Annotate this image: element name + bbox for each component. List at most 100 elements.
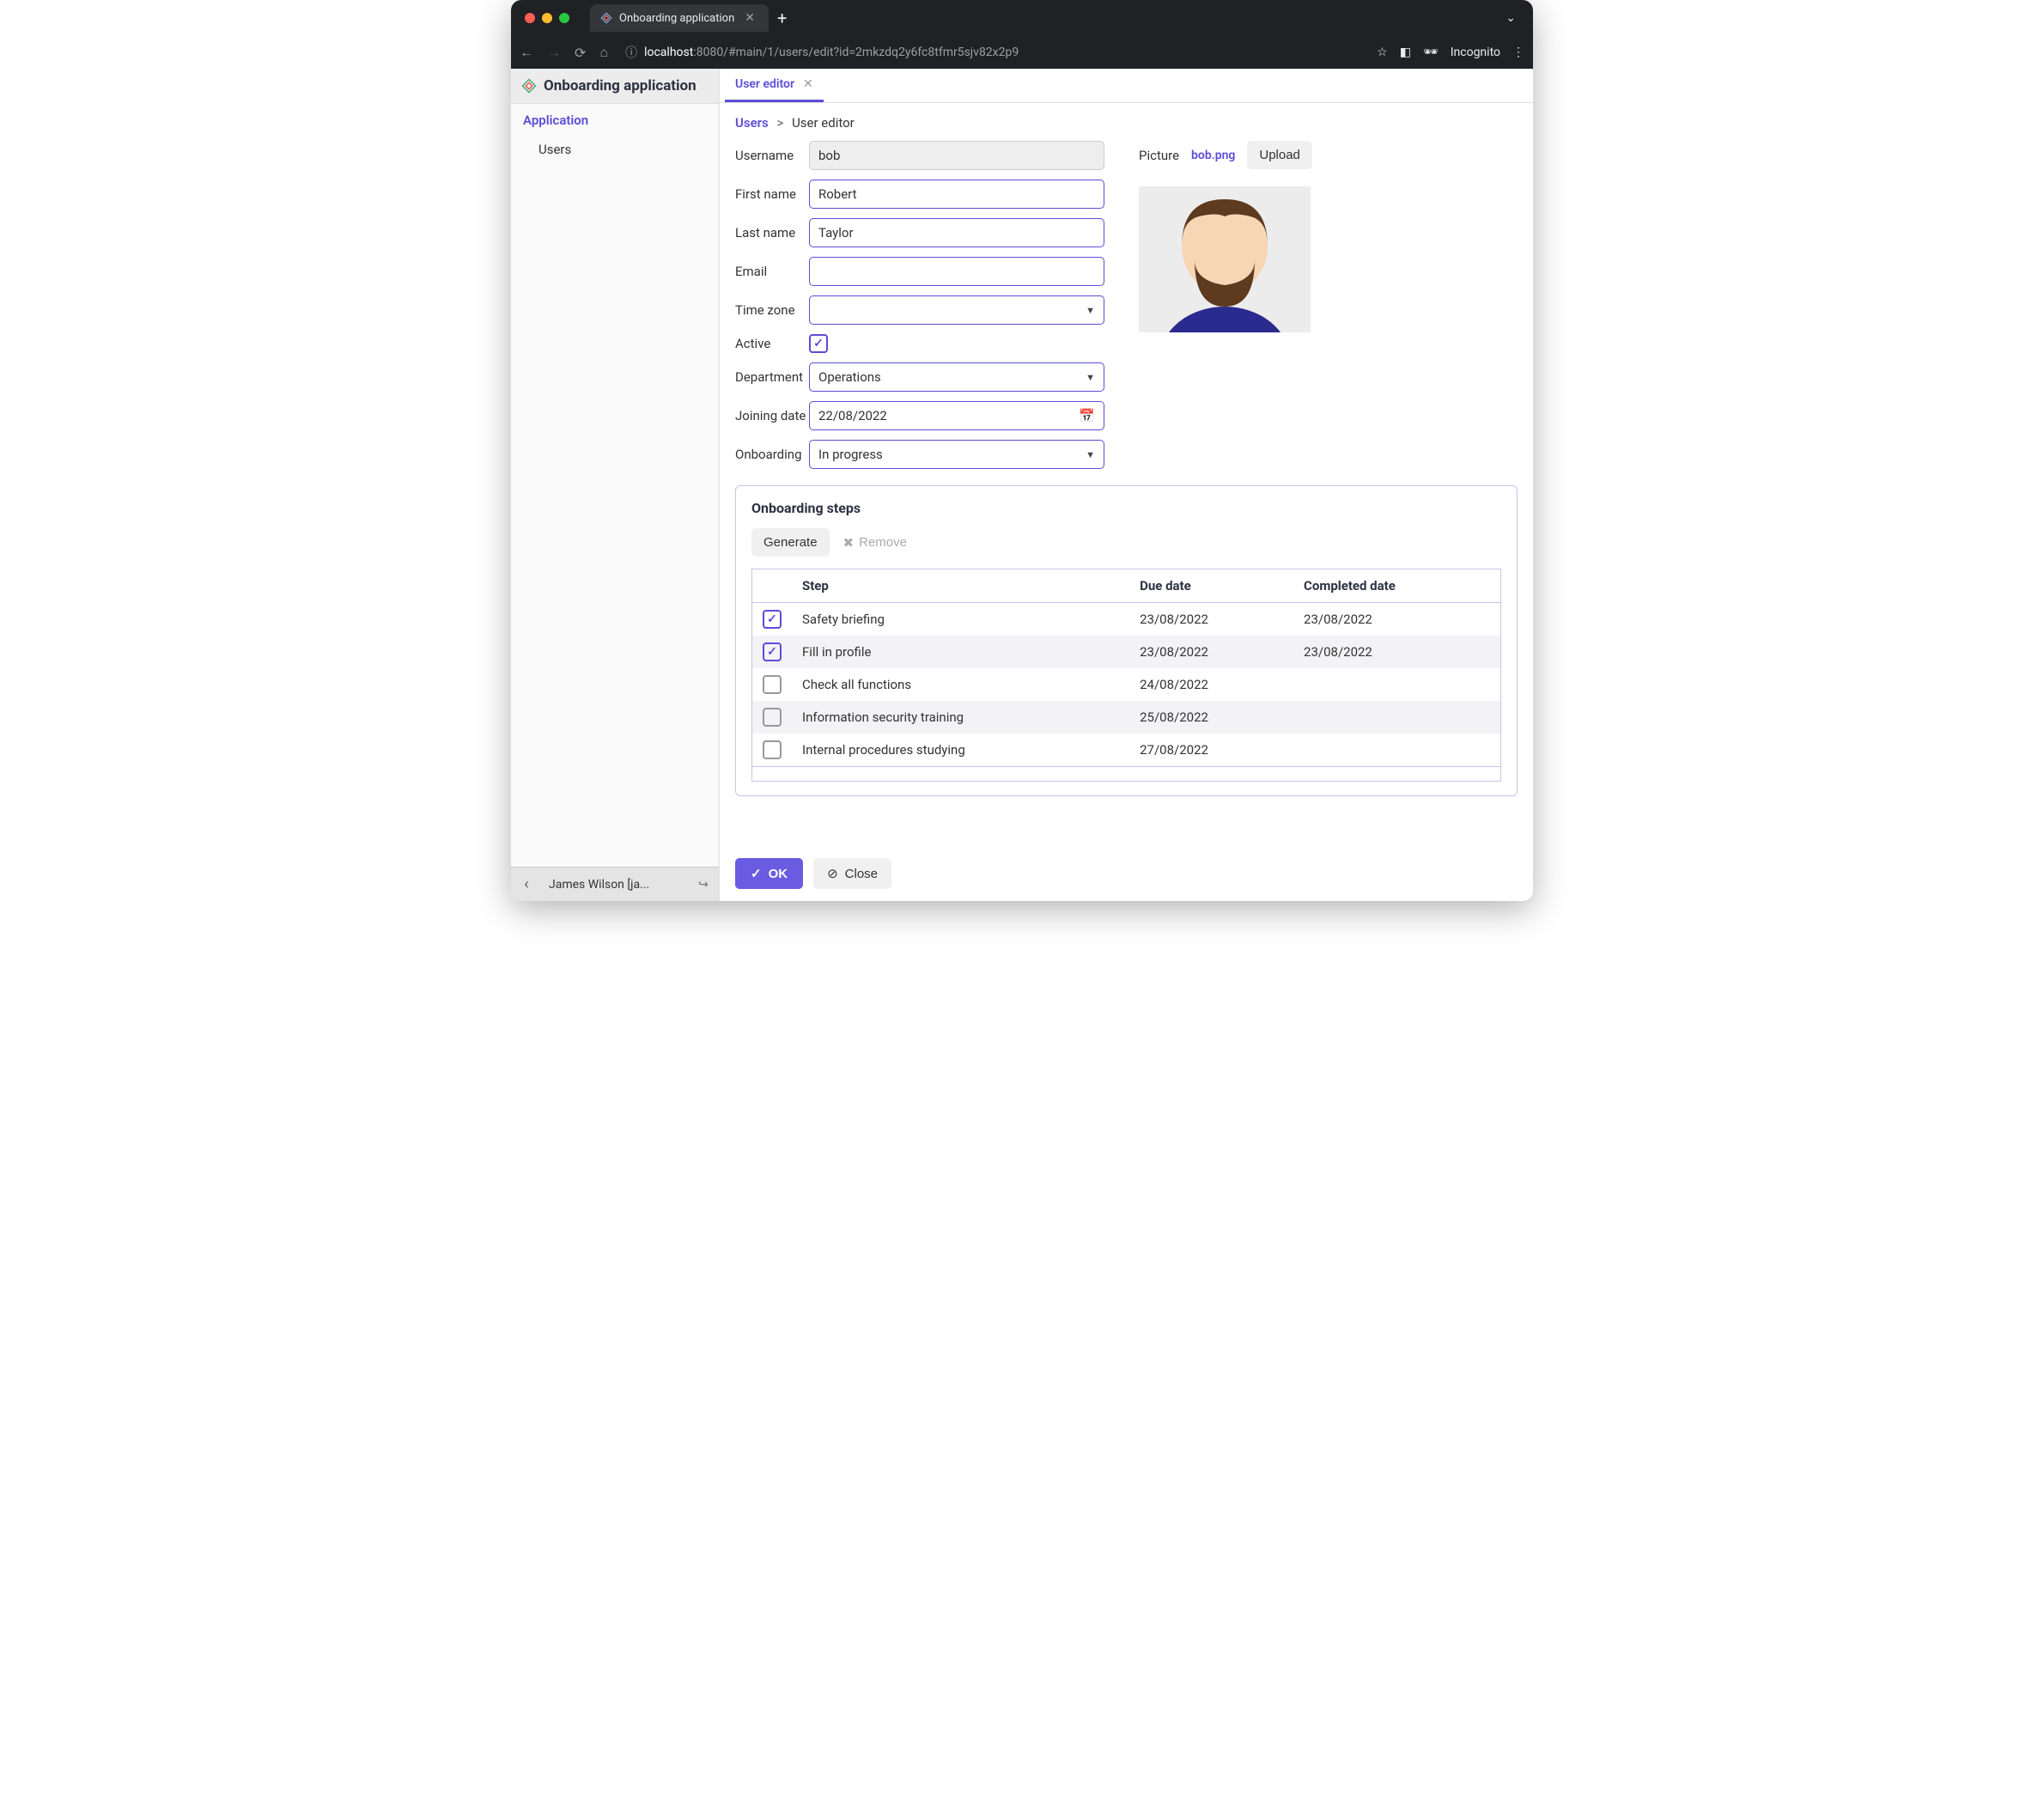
table-row[interactable]: Check all functions24/08/2022 bbox=[752, 668, 1501, 701]
close-window-icon[interactable] bbox=[525, 13, 535, 23]
label-picture: Picture bbox=[1139, 148, 1179, 163]
table-row[interactable]: Internal procedures studying27/08/2022 bbox=[752, 734, 1501, 767]
nav-section-application[interactable]: Application bbox=[523, 113, 707, 128]
label-email: Email bbox=[735, 264, 809, 279]
step-due: 25/08/2022 bbox=[1129, 701, 1293, 734]
tab-label: User editor bbox=[735, 77, 794, 91]
close-editor-tab-icon[interactable]: ✕ bbox=[803, 77, 813, 91]
incognito-label: Incognito bbox=[1451, 46, 1500, 59]
avatar-image bbox=[1147, 186, 1302, 332]
tab-title: Onboarding application bbox=[619, 12, 734, 25]
col-step[interactable]: Step bbox=[792, 569, 1129, 603]
step-completed bbox=[1293, 668, 1500, 701]
department-select[interactable]: Operations▼ bbox=[809, 362, 1104, 392]
new-tab-button[interactable]: + bbox=[769, 8, 795, 28]
active-checkbox[interactable]: ✓ bbox=[809, 334, 828, 353]
step-name: Fill in profile bbox=[792, 636, 1129, 668]
forward-icon[interactable]: → bbox=[547, 44, 561, 61]
generate-button[interactable]: Generate bbox=[751, 528, 830, 557]
step-name: Internal procedures studying bbox=[792, 734, 1129, 767]
panel-toggle-icon[interactable]: ◧ bbox=[1400, 46, 1411, 59]
onboarding-steps-panel: Onboarding steps Generate ✖Remove Step D… bbox=[735, 485, 1518, 796]
app-logo-icon bbox=[521, 78, 537, 94]
minimize-window-icon[interactable] bbox=[542, 13, 552, 23]
sidebar: Onboarding application Application Users… bbox=[511, 69, 720, 901]
time-zone-select[interactable]: ▼ bbox=[809, 295, 1104, 325]
step-completed bbox=[1293, 734, 1500, 767]
logout-icon[interactable]: ↪ bbox=[688, 878, 719, 892]
step-due: 24/08/2022 bbox=[1129, 668, 1293, 701]
sidebar-collapse-icon[interactable]: ‹ bbox=[511, 875, 542, 893]
label-department: Department bbox=[735, 369, 809, 385]
username-input: bob bbox=[809, 141, 1104, 170]
table-row[interactable]: ✓Fill in profile23/08/202223/08/2022 bbox=[752, 636, 1501, 668]
back-icon[interactable]: ← bbox=[520, 44, 533, 61]
editor-tabs: User editor ✕ bbox=[720, 69, 1533, 103]
email-input[interactable] bbox=[809, 257, 1104, 286]
joining-date-input[interactable]: 22/08/2022📅 bbox=[809, 401, 1104, 430]
breadcrumb: Users > User editor bbox=[735, 115, 1518, 131]
col-due[interactable]: Due date bbox=[1129, 569, 1293, 603]
step-checkbox[interactable] bbox=[763, 675, 782, 694]
tab-user-editor[interactable]: User editor ✕ bbox=[725, 69, 824, 102]
tabs-overflow-icon[interactable]: ⌄ bbox=[1497, 11, 1524, 25]
col-completed[interactable]: Completed date bbox=[1293, 569, 1500, 603]
avatar bbox=[1139, 186, 1311, 332]
table-row[interactable]: Information security training25/08/2022 bbox=[752, 701, 1501, 734]
tab-favicon-icon bbox=[600, 12, 612, 24]
sidebar-item-users[interactable]: Users bbox=[523, 137, 707, 162]
breadcrumb-current: User editor bbox=[792, 115, 855, 131]
browser-menu-icon[interactable]: ⋮ bbox=[1512, 46, 1524, 59]
calendar-icon[interactable]: 📅 bbox=[1079, 408, 1095, 423]
current-user-label[interactable]: James Wilson [ja... bbox=[542, 878, 688, 892]
incognito-icon: 🕶 bbox=[1423, 46, 1439, 59]
label-first-name: First name bbox=[735, 186, 809, 202]
step-checkbox[interactable]: ✓ bbox=[763, 610, 782, 629]
app-title-bar: Onboarding application bbox=[511, 69, 719, 104]
step-checkbox[interactable] bbox=[763, 708, 782, 727]
bookmark-icon[interactable]: ☆ bbox=[1377, 46, 1388, 59]
label-last-name: Last name bbox=[735, 225, 809, 240]
label-time-zone: Time zone bbox=[735, 302, 809, 318]
browser-tab[interactable]: Onboarding application ✕ bbox=[590, 4, 769, 32]
label-joining-date: Joining date bbox=[735, 408, 809, 423]
step-name: Check all functions bbox=[792, 668, 1129, 701]
close-tab-icon[interactable]: ✕ bbox=[741, 11, 758, 25]
ok-button[interactable]: ✓OK bbox=[735, 858, 803, 889]
label-onboarding: Onboarding bbox=[735, 447, 809, 462]
onboarding-status-select[interactable]: In progress▼ bbox=[809, 440, 1104, 469]
breadcrumb-separator-icon: > bbox=[776, 115, 783, 131]
picture-filename-link[interactable]: bob.png bbox=[1191, 149, 1235, 162]
last-name-input[interactable]: Taylor bbox=[809, 218, 1104, 247]
upload-button[interactable]: Upload bbox=[1247, 141, 1312, 169]
label-active: Active bbox=[735, 336, 809, 351]
chevron-down-icon: ▼ bbox=[1086, 372, 1095, 383]
url-host: localhost bbox=[644, 46, 693, 59]
panel-title: Onboarding steps bbox=[751, 500, 1501, 516]
window-controls[interactable] bbox=[525, 13, 569, 23]
app-title: Onboarding application bbox=[544, 77, 697, 94]
step-checkbox[interactable] bbox=[763, 740, 782, 759]
label-username: Username bbox=[735, 148, 809, 163]
home-icon[interactable]: ⌂ bbox=[599, 44, 608, 61]
step-checkbox[interactable]: ✓ bbox=[763, 642, 782, 661]
step-name: Information security training bbox=[792, 701, 1129, 734]
step-due: 27/08/2022 bbox=[1129, 734, 1293, 767]
check-icon: ✓ bbox=[751, 866, 762, 881]
table-row[interactable]: ✓Safety briefing23/08/202223/08/2022 bbox=[752, 603, 1501, 636]
step-completed: 23/08/2022 bbox=[1293, 636, 1500, 668]
step-due: 23/08/2022 bbox=[1129, 636, 1293, 668]
first-name-input[interactable]: Robert bbox=[809, 180, 1104, 209]
browser-chrome: Onboarding application ✕ + ⌄ ← → ⟳ ⌂ ⓘ l… bbox=[511, 0, 1533, 69]
close-button[interactable]: ⊘Close bbox=[813, 858, 891, 889]
maximize-window-icon[interactable] bbox=[559, 13, 569, 23]
remove-button[interactable]: ✖Remove bbox=[843, 535, 907, 551]
reload-icon[interactable]: ⟳ bbox=[575, 45, 586, 61]
address-bar[interactable]: ⓘ localhost:8080/#main/1/users/edit?id=2… bbox=[618, 40, 1366, 64]
step-due: 23/08/2022 bbox=[1129, 603, 1293, 636]
steps-table: Step Due date Completed date ✓ Safety bri… bbox=[751, 569, 1501, 782]
site-info-icon[interactable]: ⓘ bbox=[625, 44, 637, 61]
breadcrumb-users[interactable]: Users bbox=[735, 115, 769, 131]
url-path: :8080/#main/1/users/edit?id=2mkzdq2y6fc8… bbox=[693, 46, 1019, 59]
step-name: Safety briefing bbox=[792, 603, 1129, 636]
